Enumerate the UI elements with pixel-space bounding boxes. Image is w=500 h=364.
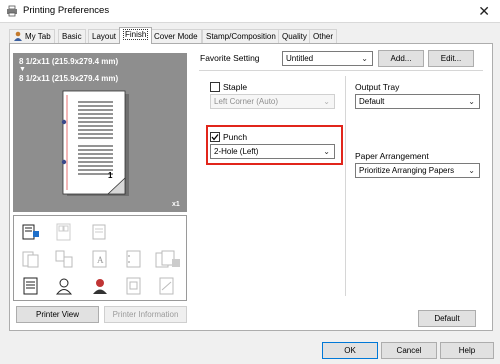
paper-size-output: 8 1/2x11 (215.9x279.4 mm) — [19, 74, 119, 83]
tab-label: Finish — [123, 29, 149, 40]
output-tray-dropdown[interactable]: Default ⌄ — [355, 94, 480, 109]
title-bar: Printing Preferences ✕ — [0, 0, 500, 22]
staple-label: Staple — [223, 82, 248, 92]
tab-label: Quality — [282, 32, 307, 41]
close-icon[interactable]: ✕ — [478, 2, 490, 20]
paper-arrangement-value: Prioritize Arranging Papers — [359, 166, 455, 175]
staple-position-dropdown: Left Corner (Auto) ⌄ — [210, 94, 335, 109]
page-preview-image — [61, 90, 129, 196]
user-auth-icon — [55, 278, 73, 295]
tab-my-tab[interactable]: My Tab — [9, 29, 55, 43]
tab-label: Layout — [92, 32, 117, 41]
copies-count: x1 — [172, 201, 180, 208]
combine-icon — [55, 250, 73, 268]
tab-quality[interactable]: Quality — [278, 29, 311, 43]
printer-icon — [7, 5, 17, 17]
tab-finish[interactable]: Finish — [119, 27, 153, 44]
staple-sheet-icon — [23, 277, 38, 295]
paper-arrangement-label: Paper Arrangement — [355, 151, 429, 161]
tab-layout[interactable]: Layout — [88, 29, 121, 43]
arrow-down-icon: ▼ — [19, 66, 26, 73]
staple-position-value: Left Corner (Auto) — [214, 97, 279, 106]
copy-security-icon — [126, 277, 141, 295]
n-up-icon — [56, 223, 71, 241]
text-icon: A — [92, 250, 107, 268]
tab-stamp-composition[interactable]: Stamp/Composition — [202, 29, 280, 43]
cancel-button[interactable]: Cancel — [381, 342, 437, 359]
user-icon — [14, 31, 22, 41]
printer-information-button: Printer Information — [104, 306, 187, 323]
duplex-icon — [22, 251, 39, 268]
chevron-down-icon: ⌄ — [468, 166, 475, 175]
divider — [345, 76, 346, 296]
tab-label: Cover Mode — [154, 32, 198, 41]
staple-checkbox[interactable] — [210, 82, 220, 92]
favorite-setting-value: Untitled — [286, 54, 314, 63]
output-tray-label: Output Tray — [355, 82, 400, 92]
print-preview: 8 1/2x11 (215.9x279.4 mm) ▼ 8 1/2x11 (21… — [13, 53, 187, 212]
window-title: Printing Preferences — [23, 5, 110, 16]
tab-label: Stamp/Composition — [206, 32, 276, 41]
ok-button[interactable]: OK — [322, 342, 378, 359]
tab-cover-mode[interactable]: Cover Mode — [150, 29, 202, 43]
divider — [199, 70, 483, 71]
settings-icon-panel: A — [13, 215, 187, 301]
printer-view-button[interactable]: Printer View — [16, 306, 99, 323]
book-icon — [92, 224, 106, 240]
favorite-setting-label: Favorite Setting — [200, 53, 260, 63]
punch-highlight-box — [206, 125, 343, 165]
svg-text:A: A — [97, 255, 104, 265]
tab-label: Other — [313, 32, 334, 41]
chevron-down-icon: ⌄ — [361, 54, 368, 63]
tab-other[interactable]: Other — [309, 29, 338, 43]
watermark-icon — [159, 277, 174, 295]
favorite-setting-dropdown[interactable]: Untitled ⌄ — [282, 51, 373, 66]
paper-size-original: 8 1/2x11 (215.9x279.4 mm) — [19, 57, 119, 66]
tab-label: My Tab — [25, 32, 51, 41]
help-button[interactable]: Help — [440, 342, 494, 359]
page-number: 1 — [108, 171, 113, 180]
account-track-icon — [93, 279, 107, 294]
output-tray-value: Default — [359, 97, 385, 106]
tab-basic[interactable]: Basic — [58, 29, 86, 43]
chevron-down-icon: ⌄ — [323, 97, 330, 106]
add-button[interactable]: Add... — [378, 50, 424, 67]
chevron-down-icon: ⌄ — [468, 97, 475, 106]
stack-copies-icon — [155, 250, 180, 268]
paper-arrangement-dropdown[interactable]: Prioritize Arranging Papers ⌄ — [355, 163, 480, 178]
edit-button[interactable]: Edit... — [428, 50, 474, 67]
tab-label: Basic — [62, 32, 82, 41]
default-button[interactable]: Default — [418, 310, 476, 327]
punch-sheet-icon — [126, 250, 141, 268]
orientation-icon[interactable] — [21, 222, 41, 242]
